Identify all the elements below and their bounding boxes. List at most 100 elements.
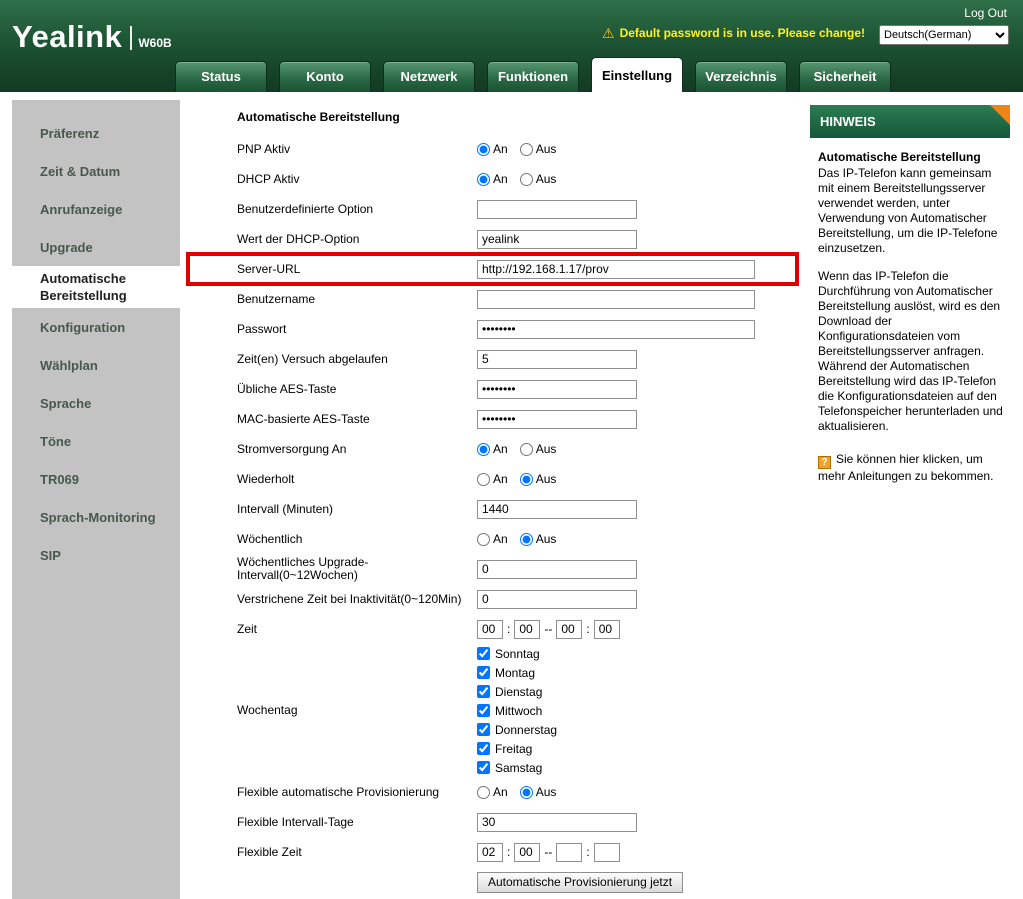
auto-provision-now-button[interactable]: Automatische Provisionierung jetzt — [477, 872, 683, 893]
wochentag-option-dienstag[interactable]: Dienstag — [477, 682, 557, 701]
flexible-automatische-provisionierung-radio-an[interactable]: An — [477, 785, 508, 799]
sidebar-item-sprach-monitoring[interactable]: Sprach-Monitoring — [12, 498, 180, 536]
wiederholt-radio-input-an[interactable] — [477, 473, 490, 486]
flexible-zeit-input-3[interactable] — [556, 843, 582, 862]
woechentlich-radio-aus[interactable]: Aus — [520, 532, 557, 546]
sidebar-item-pr-ferenz[interactable]: Präferenz — [12, 114, 180, 152]
flexible-zeit-row: Flexible Zeit:--: — [237, 837, 795, 867]
verstrichene-zeit-inaktivitaet-label: Verstrichene Zeit bei Inaktivität(0~120M… — [237, 593, 477, 606]
sidebar-item-zeit-datum[interactable]: Zeit & Datum — [12, 152, 180, 190]
wochentag-option-montag[interactable]: Montag — [477, 663, 557, 682]
language-select[interactable]: Deutsch(German) — [879, 25, 1009, 45]
zeit-input-3[interactable] — [556, 620, 582, 639]
sidebar-item-upgrade[interactable]: Upgrade — [12, 228, 180, 266]
auto-provision-now-control: Automatische Provisionierung jetzt — [477, 872, 683, 893]
flexible-automatische-provisionierung-radio-input-aus[interactable] — [520, 786, 533, 799]
woechentlich-radio-an[interactable]: An — [477, 532, 508, 546]
pnp-aktiv-radio-input-aus[interactable] — [520, 143, 533, 156]
wochentag-option-freitag[interactable]: Freitag — [477, 739, 557, 758]
wochentag-option-samstag[interactable]: Samstag — [477, 758, 557, 777]
stromversorgung-an-radio-input-an[interactable] — [477, 443, 490, 456]
zeit-input-1[interactable] — [477, 620, 503, 639]
verstrichene-zeit-inaktivitaet-input[interactable] — [477, 590, 637, 609]
flexible-zeit-input-2[interactable] — [514, 843, 540, 862]
stromversorgung-an-radio-input-aus[interactable] — [520, 443, 533, 456]
dhcp-aktiv-control: An Aus — [477, 172, 556, 186]
sidebar-item-w-hlplan[interactable]: Wählplan — [12, 346, 180, 384]
benutzername-input[interactable] — [477, 290, 755, 309]
wochentag-option-donnerstag[interactable]: Donnerstag — [477, 720, 557, 739]
flexible-automatische-provisionierung-control: An Aus — [477, 785, 556, 799]
zeit-input-4[interactable] — [594, 620, 620, 639]
stromversorgung-an-radio-an[interactable]: An — [477, 442, 508, 456]
zeit-input-2[interactable] — [514, 620, 540, 639]
wert-der-dhcp-option-input[interactable] — [477, 230, 637, 249]
hint-paragraph-1: Das IP-Telefon kann gemeinsam mit einem … — [818, 166, 1004, 256]
warning-triangle-icon: ⚠ — [602, 26, 615, 40]
woechentlich-radio-input-an[interactable] — [477, 533, 490, 546]
wiederholt-radio-an[interactable]: An — [477, 472, 508, 486]
wochentag-option-sonntag[interactable]: Sonntag — [477, 644, 557, 663]
wiederholt-radio-aus[interactable]: Aus — [520, 472, 557, 486]
benutzerdefinierte-option-input[interactable] — [477, 200, 637, 219]
server-url-row: Server-URL — [237, 254, 795, 284]
logout-link[interactable]: Log Out — [964, 6, 1007, 20]
help-icon[interactable]: ? — [818, 456, 831, 469]
mac-basierte-aes-taste-input[interactable] — [477, 410, 637, 429]
intervall-minuten-input[interactable] — [477, 500, 637, 519]
dhcp-aktiv-radio-input-aus[interactable] — [520, 173, 533, 186]
flexible-zeit-separator-3: : — [586, 845, 589, 859]
flexible-automatische-provisionierung-radio-input-an[interactable] — [477, 786, 490, 799]
pnp-aktiv-radio-input-an[interactable] — [477, 143, 490, 156]
sidebar-item-automatische-bereitstellung[interactable]: Automatische Bereitstellung — [12, 266, 186, 308]
wochentag-checkbox-donnerstag[interactable] — [477, 723, 490, 736]
sidebar: PräferenzZeit & DatumAnrufanzeigeUpgrade… — [12, 100, 180, 899]
zeit-control: :--: — [477, 620, 620, 639]
tab-netzwerk[interactable]: Netzwerk — [383, 61, 475, 92]
flexible-zeit-input-4[interactable] — [594, 843, 620, 862]
flexible-intervall-tage-input[interactable] — [477, 813, 637, 832]
verstrichene-zeit-inaktivitaet-control — [477, 590, 637, 609]
sidebar-item-t-ne[interactable]: Töne — [12, 422, 180, 460]
wochentag-checkbox-dienstag[interactable] — [477, 685, 490, 698]
tab-funktionen[interactable]: Funktionen — [487, 61, 579, 92]
dhcp-aktiv-radio-aus[interactable]: Aus — [520, 172, 557, 186]
wiederholt-label: Wiederholt — [237, 473, 477, 486]
wochentag-checkbox-samstag[interactable] — [477, 761, 490, 774]
sidebar-item-konfiguration[interactable]: Konfiguration — [12, 308, 180, 346]
tab-konto[interactable]: Konto — [279, 61, 371, 92]
wochentag-checkbox-montag[interactable] — [477, 666, 490, 679]
sidebar-item-sprache[interactable]: Sprache — [12, 384, 180, 422]
tab-einstellung[interactable]: Einstellung — [591, 57, 683, 92]
dhcp-aktiv-radio-an[interactable]: An — [477, 172, 508, 186]
sidebar-item-anrufanzeige[interactable]: Anrufanzeige — [12, 190, 180, 228]
stromversorgung-an-control: An Aus — [477, 442, 556, 456]
uebliche-aes-taste-input[interactable] — [477, 380, 637, 399]
pnp-aktiv-radio-aus[interactable]: Aus — [520, 142, 557, 156]
woechentlich-radio-input-aus[interactable] — [520, 533, 533, 546]
wiederholt-radio-input-aus[interactable] — [520, 473, 533, 486]
tab-verzeichnis[interactable]: Verzeichnis — [695, 61, 787, 92]
wochentag-checkbox-mittwoch[interactable] — [477, 704, 490, 717]
sidebar-item-sip[interactable]: SIP — [12, 536, 180, 574]
wochentag-checkbox-freitag[interactable] — [477, 742, 490, 755]
tab-sicherheit[interactable]: Sicherheit — [799, 61, 891, 92]
woechentliches-upgrade-intervall-input[interactable] — [477, 560, 637, 579]
zeit-separator-2: -- — [544, 622, 552, 636]
sidebar-item-tr069[interactable]: TR069 — [12, 460, 180, 498]
wochentag-option-mittwoch[interactable]: Mittwoch — [477, 701, 557, 720]
versuch-abgelaufen-input[interactable] — [477, 350, 637, 369]
tab-bar: Status Konto Netzwerk Funktionen Einstellung… — [175, 57, 891, 92]
flexible-zeit-input-1[interactable] — [477, 843, 503, 862]
flexible-automatische-provisionierung-radio-aus[interactable]: Aus — [520, 785, 557, 799]
pnp-aktiv-radio-an[interactable]: An — [477, 142, 508, 156]
benutzerdefinierte-option-row: Benutzerdefinierte Option — [237, 194, 795, 224]
server-url-input[interactable] — [477, 260, 755, 279]
stromversorgung-an-row: Stromversorgung AnAnAus — [237, 434, 795, 464]
passwort-input[interactable] — [477, 320, 755, 339]
tab-status[interactable]: Status — [175, 61, 267, 92]
dhcp-aktiv-radio-input-an[interactable] — [477, 173, 490, 186]
woechentliches-upgrade-intervall-control — [477, 560, 637, 579]
wochentag-checkbox-sonntag[interactable] — [477, 647, 490, 660]
stromversorgung-an-radio-aus[interactable]: Aus — [520, 442, 557, 456]
